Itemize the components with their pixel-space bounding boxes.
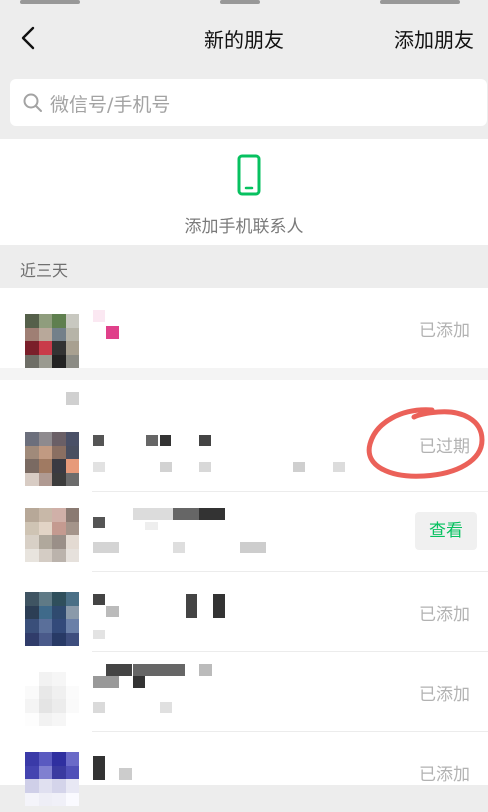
friend-request-list: 已添加 已过期 查看 已添加 已添加 已添加 [0,288,488,806]
request-status: 已添加 [419,685,470,705]
request-status: 已添加 [419,321,470,341]
mobile-phone-icon [237,154,261,196]
friend-request-row[interactable]: 已添加 [0,652,488,732]
search-input[interactable]: 微信号/手机号 [10,79,487,126]
avatar [25,508,79,562]
request-status: 已添加 [419,605,470,625]
add-phone-contacts-label: 添加手机联系人 [184,217,304,237]
status-bar [0,0,488,14]
navigation-bar: 新的朋友 添加朋友 [0,14,488,66]
search-icon [23,93,42,112]
section-title: 近三天 [20,261,69,280]
avatar [25,592,79,646]
add-phone-contacts[interactable]: 添加手机联系人 [0,139,488,245]
section-header: 近三天 [0,245,488,288]
friend-request-row[interactable]: 已添加 [0,572,488,652]
avatar [25,672,79,726]
add-friend-button[interactable]: 添加朋友 [394,24,474,53]
request-status: 已添加 [419,765,470,785]
friend-request-row[interactable]: 已添加 [0,732,488,812]
search-placeholder: 微信号/手机号 [50,94,171,116]
friend-request-row[interactable]: 查看 [0,492,488,572]
friend-request-row[interactable]: 已添加 [0,288,488,368]
annotation-circle [366,407,485,479]
view-request-button[interactable]: 查看 [415,512,477,550]
avatar [25,432,79,486]
avatar [25,314,79,368]
avatar [25,752,79,806]
